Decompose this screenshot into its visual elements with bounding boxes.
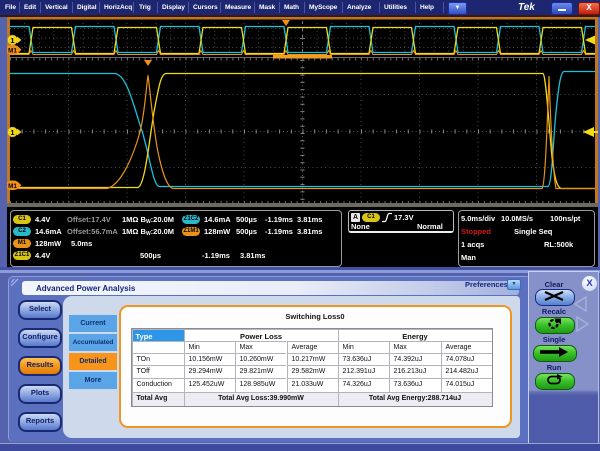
svg-text:1: 1	[10, 128, 14, 137]
svg-text:M1: M1	[8, 183, 17, 190]
svg-text:1: 1	[10, 36, 14, 45]
svg-text:M1: M1	[8, 48, 17, 55]
